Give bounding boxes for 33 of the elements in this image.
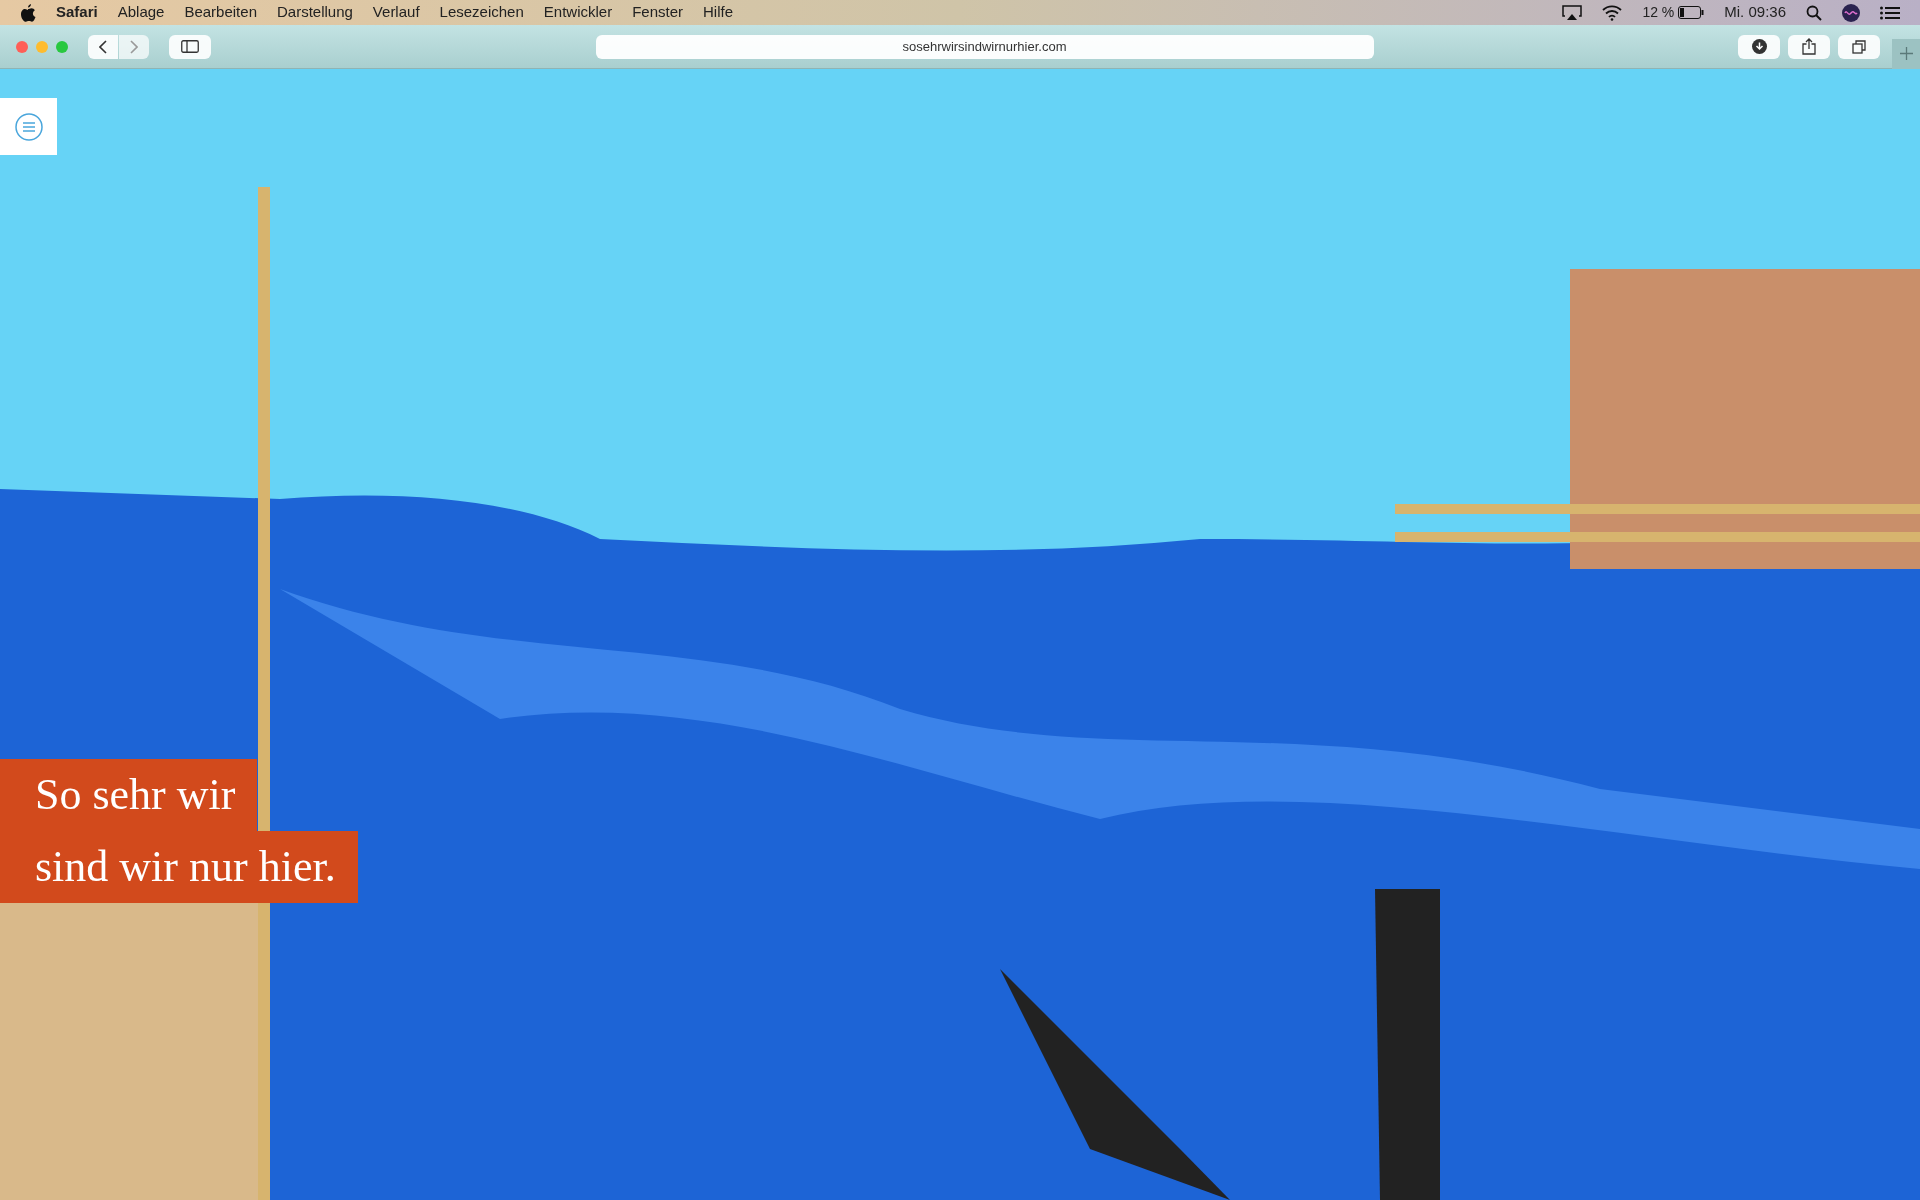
downloads-button[interactable] <box>1738 34 1780 59</box>
download-icon <box>1751 39 1767 54</box>
menu-item[interactable]: Darstellung <box>277 1 353 24</box>
battery-percentage: 12 % <box>1642 3 1675 22</box>
apple-logo-icon[interactable] <box>20 3 36 22</box>
chevron-left-icon <box>99 39 107 54</box>
menu-item[interactable]: Fenster <box>632 1 683 24</box>
search-icon[interactable] <box>1806 4 1822 21</box>
sidebar-button[interactable] <box>169 34 211 59</box>
menu-item[interactable]: Hilfe <box>703 1 734 24</box>
address-field[interactable]: sosehrwirsindwirnurhier.com <box>595 34 1374 59</box>
menu-item[interactable]: Ablage <box>117 1 165 24</box>
clock[interactable]: Mi. 09:36 <box>1724 1 1786 24</box>
chevron-right-icon <box>130 39 138 54</box>
wifi-icon[interactable] <box>1602 4 1623 21</box>
list-icon[interactable] <box>1880 5 1900 20</box>
menu-item[interactable]: Verlauf <box>372 1 420 24</box>
menu-item[interactable]: Lesezeichen <box>439 1 524 24</box>
menu-icon <box>14 112 43 141</box>
plus-icon <box>1899 47 1913 60</box>
battery-icon[interactable] <box>1678 6 1705 19</box>
back-button[interactable] <box>88 34 118 59</box>
tabs-icon <box>1851 39 1867 54</box>
tabs-button[interactable] <box>1838 34 1880 59</box>
share-button[interactable] <box>1788 34 1830 59</box>
share-icon <box>1802 38 1816 55</box>
siri-icon[interactable] <box>1842 3 1860 22</box>
app-menu[interactable]: Safari <box>56 1 98 24</box>
new-tab-button[interactable] <box>1892 38 1920 69</box>
sidebar-icon <box>181 40 199 53</box>
airplay-icon[interactable] <box>1562 4 1583 21</box>
menu-item[interactable]: Entwickler <box>543 1 613 24</box>
menu-item[interactable]: Bearbeiten <box>184 1 257 24</box>
